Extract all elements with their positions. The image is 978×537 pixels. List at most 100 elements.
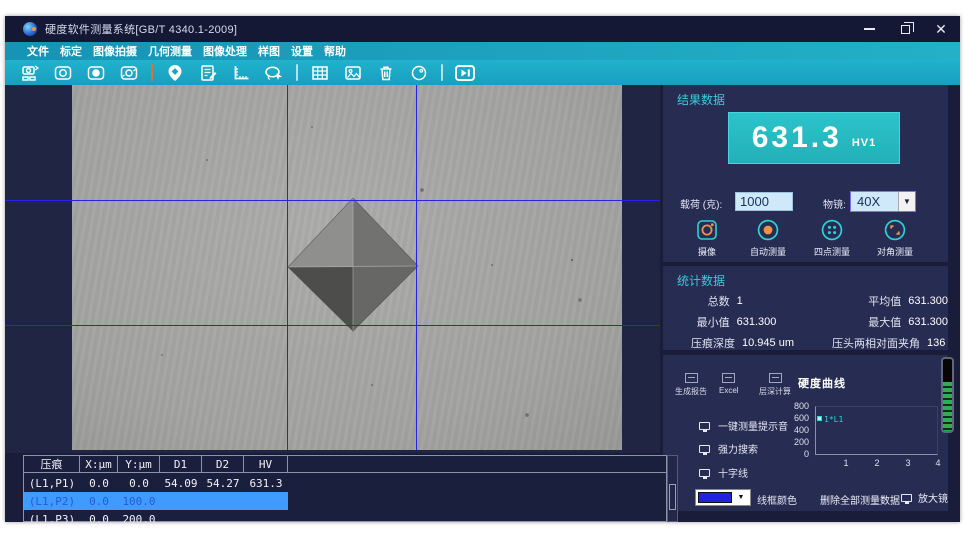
table-row[interactable]: (L1,P1) 0.0 0.0 54.09 54.27 631.3 [24,474,288,492]
total-label: 总数 [663,293,730,309]
measurement-table: 压痕 X:μm Y:μm D1 D2 HV (L1,P1) 0.0 0.0 54… [23,455,667,522]
camera-snapshot-icon[interactable] [85,62,107,84]
max-label: 最大值 [792,314,901,330]
image-view-icon[interactable] [342,62,364,84]
menu-geometry-measure[interactable]: 几何测量 [148,43,192,59]
table-scrollbar[interactable] [667,455,678,522]
excel-export-button[interactable]: Excel [719,373,739,395]
diagonal-measure-button[interactable]: 对角测量 [867,218,923,258]
close-button[interactable]: ✕ [930,20,952,38]
table-row-selected[interactable]: (L1,P2) 0.0 100.0 [24,492,288,510]
menu-image-capture[interactable]: 图像拍摄 [93,43,137,59]
lens-icon[interactable] [408,62,430,84]
col-hv[interactable]: HV [244,456,288,472]
case-depth-calc-icon [769,373,782,383]
col-d1[interactable]: D1 [160,456,202,472]
min-value: 631.300 [737,316,793,328]
toolbar-divider [151,64,153,81]
table-header-row: 压痕 X:μm Y:μm D1 D2 HV [24,456,666,473]
camera-refresh-icon[interactable] [118,62,140,84]
max-value: 631.300 [908,316,948,328]
y-tick: 800 [781,401,809,411]
menu-bar: 文件 标定 图像拍摄 几何测量 图像处理 样图 设置 帮助 [5,42,960,60]
data-point-marker [817,416,822,421]
minimize-button[interactable] [858,20,880,38]
camera-icon[interactable] [52,62,74,84]
col-d2[interactable]: D2 [202,456,244,472]
scrollbar-thumb[interactable] [669,484,676,510]
statistics-panel: 统计数据 总数 1 平均值 631.300 最小值 631.300 最大值 63… [663,266,948,350]
report-edit-icon[interactable] [197,62,219,84]
toolbar [5,60,960,85]
window-title: 硬度软件测量系统[GB/T 4340.1-2009] [45,21,237,37]
menu-help[interactable]: 帮助 [324,43,346,59]
data-table-icon[interactable] [309,62,331,84]
magnifier-icon [901,494,912,502]
strong-search-toggle[interactable]: 强力搜索 [699,441,758,456]
crosshair-toggle[interactable]: 十字线 [699,465,748,480]
menu-file[interactable]: 文件 [27,43,49,59]
table-row[interactable]: (L1,P3) 0.0 200.0 [24,510,288,522]
indenter-angle-label: 压头两相对面夹角 [802,335,920,351]
wire-color-select[interactable]: ▼ [695,489,751,506]
x-tick: 2 [872,458,882,468]
depth-label: 压痕深度 [663,335,735,351]
microscope-image[interactable] [72,85,622,450]
specimen-canvas[interactable] [5,85,660,453]
delete-trash-icon[interactable] [375,62,397,84]
chevron-down-icon: ▼ [732,494,750,501]
close-icon: ✕ [935,22,947,36]
report-icon [685,373,698,383]
menu-settings[interactable]: 设置 [291,43,313,59]
min-label: 最小值 [663,314,730,330]
hardness-value: 631.3 [752,121,842,155]
avg-label: 平均值 [792,293,901,309]
hardness-display: 631.3 HV1 [728,112,900,164]
marker-pin-icon[interactable] [164,62,186,84]
auto-measure-button[interactable]: 自动测量 [740,218,796,258]
lasso-select-icon[interactable] [263,62,285,84]
col-x[interactable]: X:μm [80,456,118,472]
beep-toggle[interactable]: 一键测量提示音 [699,418,788,433]
depth-value: 10.945 um [742,337,802,349]
maximize-button[interactable] [894,20,916,38]
maximize-icon [901,25,910,34]
four-point-measure-icon [820,218,844,242]
title-bar: 硬度软件测量系统[GB/T 4340.1-2009] ✕ [5,16,960,42]
grid-hline [5,200,660,201]
camera-capture-button[interactable]: 摄像 [679,218,735,258]
chart-title: 硬度曲线 [798,375,846,391]
ruler-measure-icon[interactable] [230,62,252,84]
case-depth-calc-button[interactable]: 层深计算 [759,373,791,397]
col-indent[interactable]: 压痕 [24,456,80,472]
menu-calibration[interactable]: 标定 [60,43,82,59]
col-y[interactable]: Y:μm [118,456,160,472]
menu-sample-image[interactable]: 样图 [258,43,280,59]
objective-select[interactable]: 40X ▼ [850,191,916,212]
menu-image-processing[interactable]: 图像处理 [203,43,247,59]
load-input[interactable] [735,192,793,211]
toolbar-divider [296,64,298,81]
monitor-icon [699,422,710,430]
capture-save-icon[interactable] [19,62,41,84]
monitor-icon [699,445,710,453]
x-tick: 4 [933,458,943,468]
delete-all-data-button[interactable]: 删除全部测量数据 [820,492,900,507]
magnifier-button[interactable]: 放大镜 [901,490,948,505]
y-tick: 200 [781,437,809,447]
hardness-curve-plot: 1*L1 [815,406,938,455]
toolbar-divider [441,64,443,81]
focus-level-indicator [941,357,954,433]
app-icon [23,22,37,36]
tools-panel: 生成报告 Excel 层深计算 硬度曲线 800 600 400 200 0 1… [663,355,948,511]
monitor-icon [699,469,710,477]
avg-value: 631.300 [908,295,948,307]
x-tick: 1 [841,458,851,468]
chevron-down-icon: ▼ [898,192,915,211]
generate-report-button[interactable]: 生成报告 [675,373,707,397]
four-point-measure-button[interactable]: 四点测量 [804,218,860,258]
diagonal-measure-icon [883,218,907,242]
indenter-angle-value: 136 [927,337,945,349]
excel-icon [722,373,735,383]
run-next-icon[interactable] [454,62,476,84]
